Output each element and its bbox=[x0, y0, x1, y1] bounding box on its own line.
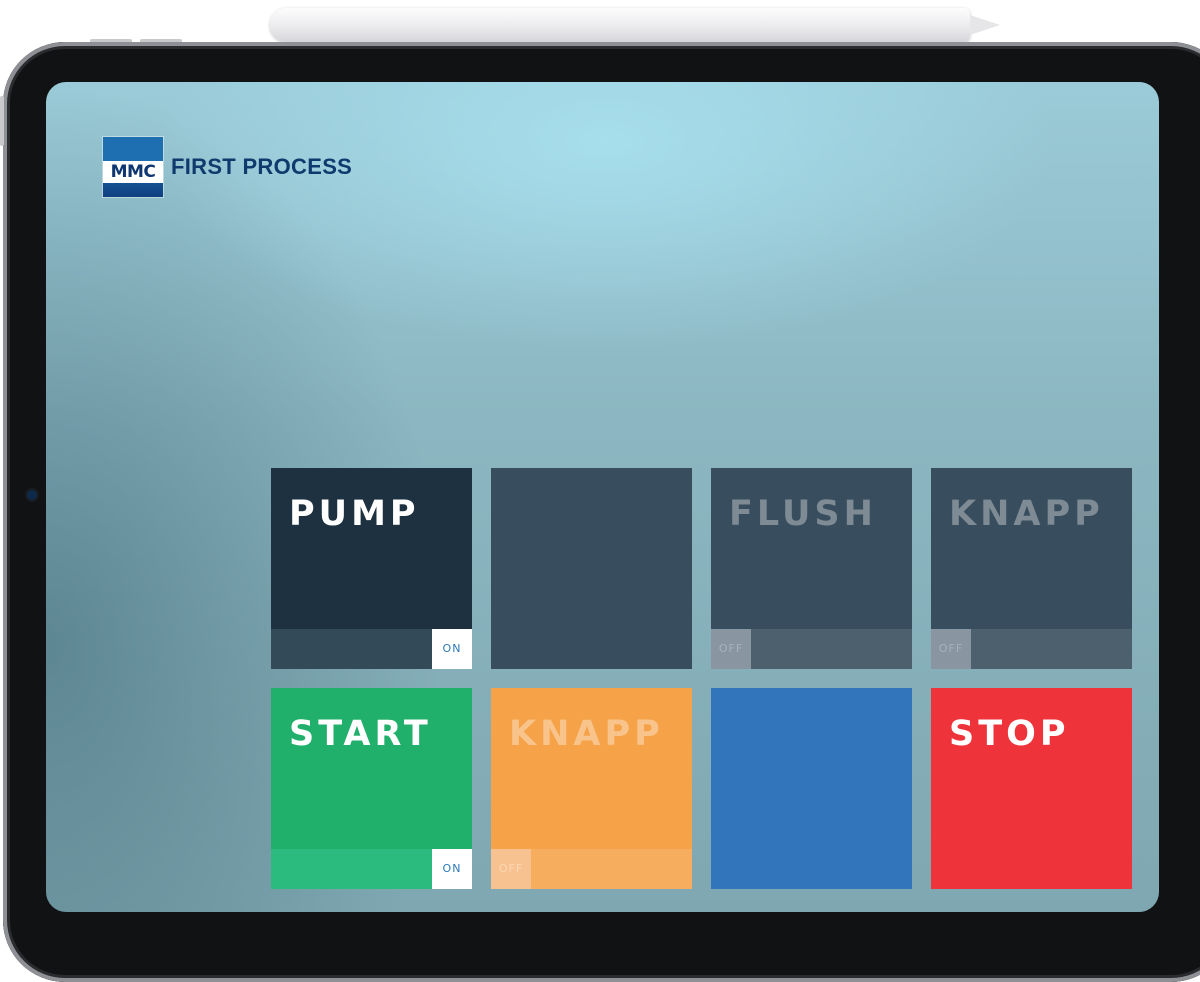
brand-name: FIRST PROCESS bbox=[171, 154, 353, 179]
tile-label: START bbox=[289, 714, 432, 754]
knapp-toggle[interactable]: OFF bbox=[931, 629, 971, 669]
tile-status-strip: OFF bbox=[711, 629, 912, 669]
tile-stop[interactable]: STOP bbox=[931, 688, 1132, 889]
tile-label: PUMP bbox=[289, 494, 420, 534]
tile-pump[interactable]: PUMP ON bbox=[271, 468, 472, 669]
top-button bbox=[0, 96, 4, 146]
tile-label: KNAPP bbox=[949, 494, 1104, 534]
app-screen: MMC FIRST PROCESS PUMP ON FLUSH OFF KNAP… bbox=[46, 82, 1159, 912]
pencil-tip bbox=[970, 15, 1000, 35]
front-camera bbox=[27, 490, 37, 500]
tile-status-strip: ON bbox=[271, 629, 472, 669]
knapp-orange-toggle[interactable]: OFF bbox=[491, 849, 531, 889]
tile-knapp-orange[interactable]: KNAPP OFF bbox=[491, 688, 692, 889]
tile-label: FLUSH bbox=[729, 494, 877, 534]
tile-label: KNAPP bbox=[509, 714, 664, 754]
apple-pencil bbox=[270, 8, 1000, 42]
pump-toggle[interactable]: ON bbox=[432, 629, 472, 669]
tile-status-strip: ON bbox=[271, 849, 472, 889]
tile-knapp[interactable]: KNAPP OFF bbox=[931, 468, 1132, 669]
tile-blank-blue[interactable] bbox=[711, 688, 912, 889]
mmc-logo-icon: MMC bbox=[103, 137, 163, 197]
tile-status-strip: OFF bbox=[931, 629, 1132, 669]
tile-label: STOP bbox=[949, 714, 1070, 754]
tile-status-strip: OFF bbox=[491, 849, 692, 889]
brand-logo: MMC FIRST PROCESS bbox=[103, 137, 352, 197]
start-toggle[interactable]: ON bbox=[432, 849, 472, 889]
logo-mark: MMC bbox=[103, 161, 163, 183]
tile-blank-1[interactable] bbox=[491, 468, 692, 669]
tile-start[interactable]: START ON bbox=[271, 688, 472, 889]
flush-toggle[interactable]: OFF bbox=[711, 629, 751, 669]
tile-flush[interactable]: FLUSH OFF bbox=[711, 468, 912, 669]
